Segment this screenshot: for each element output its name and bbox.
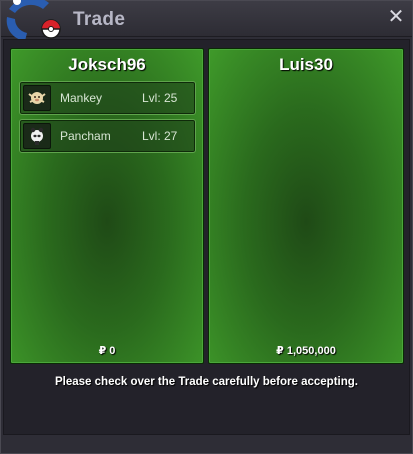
player-name: Joksch96 (68, 55, 146, 74)
pokemon-level: Lvl: 25 (142, 91, 178, 105)
money-offer: ₽ 0 (98, 345, 116, 357)
pokemon-slot[interactable]: Mankey Lvl: 25 (19, 81, 196, 115)
trade-body: Joksch96 Mankey Lvl: 25 Pancham Lvl: 27 … (3, 39, 410, 435)
pancham-icon (23, 123, 51, 149)
pokemon-slot[interactable]: Pancham Lvl: 27 (19, 119, 196, 153)
window-title: Trade (73, 9, 126, 30)
mankey-icon (23, 85, 51, 111)
money-offer: ₽ 1,050,000 (276, 345, 336, 357)
title-bar[interactable]: Trade ✕ (1, 0, 412, 41)
pokemon-name: Mankey (60, 91, 103, 105)
partner-offer-panel: Luis30 ₽ 1,050,000 (208, 48, 404, 364)
trade-notice: Please check over the Trade carefully be… (55, 376, 358, 388)
pokemon-name: Pancham (60, 129, 111, 143)
partner-name: Luis30 (279, 55, 333, 74)
close-icon[interactable]: ✕ (386, 7, 406, 27)
trade-window: Trade ✕ Joksch96 Mankey Lvl: 25 Pancham … (0, 0, 413, 454)
pokemon-level: Lvl: 27 (142, 129, 178, 143)
player-offer-panel: Joksch96 Mankey Lvl: 25 Pancham Lvl: 27 … (10, 48, 204, 364)
